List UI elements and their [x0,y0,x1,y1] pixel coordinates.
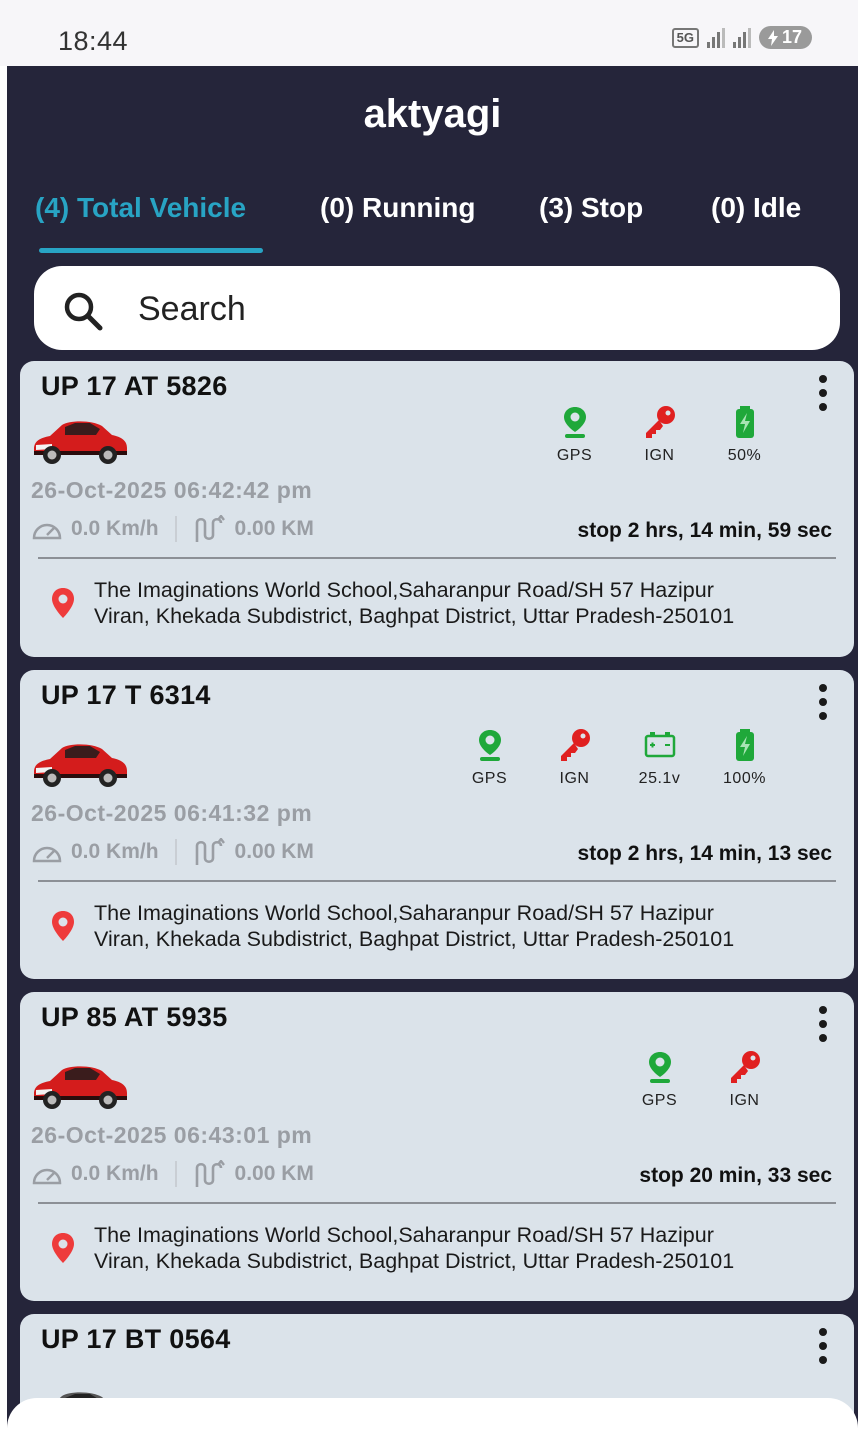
gps-status: GPS [447,728,532,788]
vehicle-metrics: 0.0 Km/h 0.00 KM [31,838,314,866]
battery-icon: 17 [758,26,812,49]
vehicle-address: The Imaginations World School,Saharanpur… [94,900,834,952]
address-line: Viran, Khekada Subdistrict, Baghpat Dist… [94,1249,735,1273]
system-status-bar: 18:44 5G 17 [0,0,858,66]
tab-stop[interactable]: (3) Stop [539,192,643,224]
vehicle-card[interactable]: UP 17 T 6314 GPS IGN 25.1v 100% 26-Oct-2… [20,670,854,979]
battery-label: 100% [723,770,766,787]
battery-charge-icon [735,406,754,438]
last-update-time: 26-Oct-2025 06:43:01 pm [31,1122,313,1148]
vehicle-plate: UP 17 BT 0564 [41,1324,231,1354]
network-5g-icon: 5G [671,27,699,48]
battery-label: 50% [727,447,762,464]
gps-label: GPS [471,770,508,787]
stop-duration: stop 2 hrs, 14 min, 59 sec [577,519,832,542]
key-icon [730,1051,760,1083]
search-icon [64,292,103,331]
gps-status: GPS [532,405,617,465]
key-icon [560,729,590,761]
distance-value: 0.00 KM [234,840,314,863]
vehicle-metrics: 0.0 Km/h 0.00 KM [31,515,314,543]
vehicle-metrics: 0.0 Km/h 0.00 KM [31,1160,314,1188]
battery-status: 50% [702,405,787,465]
ign-status: IGN [617,405,702,465]
location-pin-icon [52,588,74,618]
address-line: The Imaginations World School,Saharanpur… [94,1223,714,1247]
tab-total-vehicle[interactable]: (4) Total Vehicle [35,192,246,224]
card-divider [38,557,836,559]
ign-label: IGN [559,770,590,787]
card-divider [38,880,836,882]
vehicle-plate: UP 85 AT 5935 [41,1002,228,1032]
tab-running[interactable]: (0) Running [320,192,476,224]
battery-level: 17 [781,27,802,47]
distance-value: 0.00 KM [234,517,314,540]
route-icon [195,838,225,865]
address-line: The Imaginations World School,Saharanpur… [94,901,714,925]
more-options-icon[interactable] [818,684,828,720]
address-line: Viran, Khekada Subdistrict, Baghpat Dist… [94,927,735,951]
battery-status: 100% [702,728,787,788]
bottom-sheet[interactable] [7,1398,858,1430]
address-line: Viran, Khekada Subdistrict, Baghpat Dist… [94,604,735,628]
gps-icon [648,1052,671,1083]
distance-value: 0.00 KM [234,1162,314,1185]
card-divider [38,1202,836,1204]
gps-icon [478,730,501,761]
gps-label: GPS [641,1092,678,1109]
car-battery-icon [644,732,675,758]
voltage-status: 25.1v [617,728,702,788]
signal-icon [706,27,725,48]
more-options-icon[interactable] [818,375,828,411]
voltage-label: 25.1v [638,770,681,787]
speed-value: 0.0 Km/h [71,840,159,863]
vehicle-address: The Imaginations World School,Saharanpur… [94,577,834,629]
ign-label: IGN [729,1092,760,1109]
speedometer-icon [32,846,62,863]
speed-value: 0.0 Km/h [71,517,159,540]
route-icon [195,515,225,542]
last-update-time: 26-Oct-2025 06:41:32 pm [31,800,313,826]
status-icons: GPS IGN 50% [532,405,787,465]
gps-label: GPS [556,447,593,464]
status-icons: GPS IGN [617,1050,787,1110]
car-icon [34,1066,127,1109]
speedometer-icon [32,1168,62,1185]
ign-status: IGN [702,1050,787,1110]
stop-duration: stop 20 min, 33 sec [639,1164,832,1187]
vehicle-card[interactable]: UP 85 AT 5935 GPS IGN 26-Oct-2025 06:43:… [20,992,854,1301]
page-title: aktyagi [363,92,502,136]
vehicle-plate: UP 17 T 6314 [41,680,211,710]
more-options-icon[interactable] [818,1328,828,1364]
signal-icon-2 [732,27,751,48]
tab-idle[interactable]: (0) Idle [711,192,801,224]
ign-label: IGN [644,447,675,464]
key-icon [645,406,675,438]
search-bar[interactable] [34,266,840,350]
last-update-time: 26-Oct-2025 06:42:42 pm [31,477,313,503]
status-icons: GPS IGN 25.1v 100% [447,728,787,788]
car-icon [34,421,127,464]
gps-status: GPS [617,1050,702,1110]
route-icon [195,1160,225,1187]
vehicle-address: The Imaginations World School,Saharanpur… [94,1222,834,1274]
vehicle-plate: UP 17 AT 5826 [41,371,228,401]
more-options-icon[interactable] [818,1006,828,1042]
speedometer-icon [32,523,62,540]
active-tab-indicator [39,248,263,253]
location-pin-icon [52,911,74,941]
speed-value: 0.0 Km/h [71,1162,159,1185]
car-icon [34,744,127,787]
search-input[interactable] [136,284,780,334]
ign-status: IGN [532,728,617,788]
location-pin-icon [52,1233,74,1263]
vehicle-card[interactable]: UP 17 AT 5826 GPS IGN 50% 26-Oct-2025 06… [20,361,854,657]
address-line: The Imaginations World School,Saharanpur… [94,578,714,602]
battery-charge-icon [735,729,754,761]
app-screen: aktyagi (4) Total Vehicle (0) Running (3… [7,66,858,1430]
status-time: 18:44 [58,26,129,56]
gps-icon [563,407,586,438]
status-icons: 5G 17 [671,26,812,49]
stop-duration: stop 2 hrs, 14 min, 13 sec [577,842,832,865]
